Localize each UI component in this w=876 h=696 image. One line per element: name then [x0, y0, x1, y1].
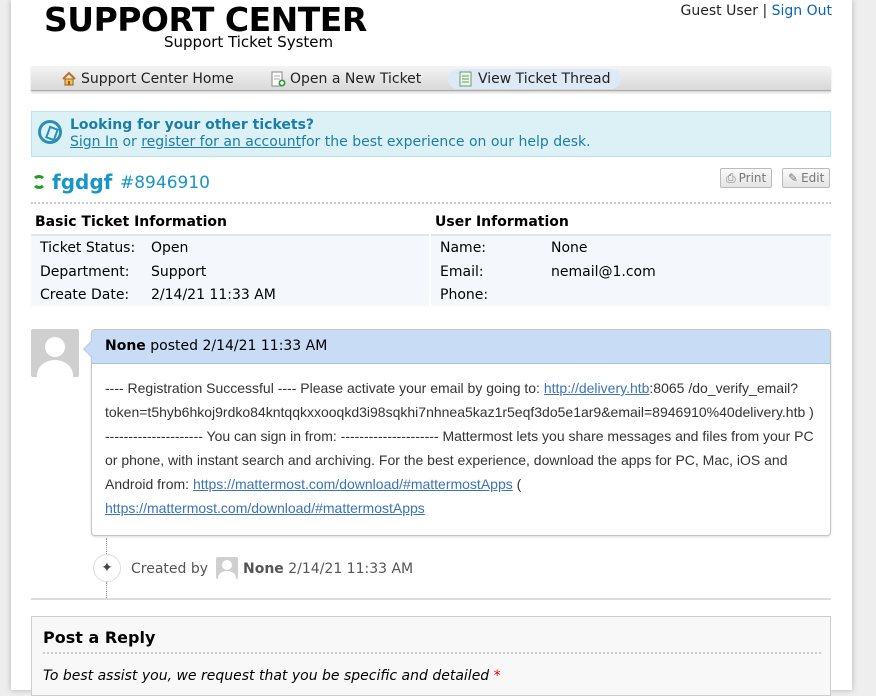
notice-suffix: for the best experience on our help desk… [301, 134, 591, 150]
info-value: 2/14/21 11:33 AM [151, 287, 276, 303]
basic-info-heading: Basic Ticket Information [35, 214, 227, 230]
thread-entry-meta: None posted 2/14/21 11:33 AM [105, 338, 327, 354]
mattermost-download-link[interactable]: https://mattermost.com/download/#matterm… [193, 476, 513, 492]
info-key: Phone: [440, 287, 489, 303]
nav-view-ticket-thread[interactable]: View Ticket Thread [448, 69, 621, 89]
notice-title: Looking for your other tickets? [70, 117, 315, 133]
thread-date: 2/14/21 11:33 AM [202, 338, 328, 354]
divider [31, 202, 831, 204]
ticket-number: #8946910 [120, 173, 210, 193]
edit-label: Edit [801, 171, 825, 185]
magic-wand-icon: ✦ [93, 554, 121, 582]
register-link[interactable]: register for an account [141, 134, 301, 150]
nav-label: View Ticket Thread [478, 71, 611, 87]
post-reply-title: Post a Reply [43, 628, 156, 647]
info-key: Ticket Status: [40, 240, 136, 256]
timeline-line [106, 582, 107, 598]
avatar [31, 329, 79, 377]
logo-subtitle: Support Ticket System [164, 33, 334, 51]
nav-support-center-home[interactable]: Support Center Home [51, 69, 244, 89]
divider [31, 598, 831, 600]
info-key: Name: [440, 240, 487, 256]
info-key: Department: [40, 264, 130, 280]
print-label: Print [738, 171, 767, 185]
message-text: ---- Registration Successful ---- Please… [105, 380, 544, 396]
user-info-table: Name: None Email: nemail@1.com Phone: [431, 234, 831, 306]
basic-info-table: Ticket Status: Open Department: Support … [31, 234, 429, 306]
nav-label: Open a New Ticket [290, 71, 422, 87]
delivery-link[interactable]: http://delivery.htb [544, 380, 650, 396]
ticket-thread-icon [459, 71, 472, 87]
thread-entry-header: None posted 2/14/21 11:33 AM [92, 330, 830, 364]
nav-label: Support Center Home [81, 71, 234, 87]
thread-arrow [83, 340, 92, 358]
post-reply-panel: Post a Reply To best assist you, we requ… [31, 616, 831, 696]
user-info-heading: User Information [435, 214, 569, 230]
edit-button[interactable]: ✎ Edit [782, 168, 831, 188]
thread-entry-body: ---- Registration Successful ---- Please… [105, 376, 820, 520]
sign-out-link[interactable]: Sign Out [772, 3, 832, 19]
home-icon [62, 71, 76, 86]
event-meta: None 2/14/21 11:33 AM [243, 561, 413, 577]
sign-in-link[interactable]: Sign In [70, 134, 118, 150]
info-value: nemail@1.com [551, 264, 656, 280]
message-text: ( [512, 476, 522, 492]
timeline-line [106, 538, 107, 554]
thread-entry: None posted 2/14/21 11:33 AM ---- Regist… [83, 329, 831, 536]
reply-instructions-text: To best assist you, we request that you … [43, 668, 490, 684]
info-value: None [551, 240, 588, 256]
mattermost-download-link-2[interactable]: https://mattermost.com/download/#matterm… [105, 500, 425, 516]
event-date: 2/14/21 11:33 AM [288, 561, 414, 577]
edit-icon: ✎ [788, 171, 799, 185]
notice-or: or [122, 134, 137, 150]
ticket-subject[interactable]: fgdgf [52, 170, 112, 194]
event-created-by: Created by [131, 561, 209, 577]
info-value: Open [151, 240, 189, 256]
logo[interactable]: SUPPORT CENTER Support Ticket System [44, 2, 367, 52]
refresh-icon[interactable] [32, 175, 46, 189]
reply-instructions: To best assist you, we request that you … [43, 668, 501, 684]
required-mark: * [493, 668, 501, 684]
event-author: None [243, 561, 284, 577]
new-ticket-icon [271, 71, 286, 87]
print-button[interactable]: ⎙ Print [720, 168, 773, 188]
thread-author: None [105, 338, 146, 354]
separator: | [762, 3, 768, 19]
nav-open-new-ticket[interactable]: Open a New Ticket [260, 69, 431, 89]
info-key: Email: [440, 264, 484, 280]
event-avatar [216, 557, 238, 579]
info-key: Create Date: [40, 287, 130, 303]
other-tickets-notice: Looking for your other tickets? Sign In … [31, 111, 831, 157]
compass-icon [38, 120, 62, 144]
divider [43, 652, 821, 654]
notice-text: Sign In or register for an accountfor th… [70, 134, 591, 150]
main-nav: Support Center Home Open a New Ticket Vi… [31, 66, 831, 91]
info-value: Support [151, 264, 207, 280]
user-bar: Guest User | Sign Out [681, 3, 832, 19]
guest-user-label: Guest User [680, 3, 758, 19]
page: SUPPORT CENTER Support Ticket System Gue… [11, 0, 852, 696]
print-icon: ⎙ [726, 171, 736, 185]
thread-posted: posted [150, 338, 198, 354]
